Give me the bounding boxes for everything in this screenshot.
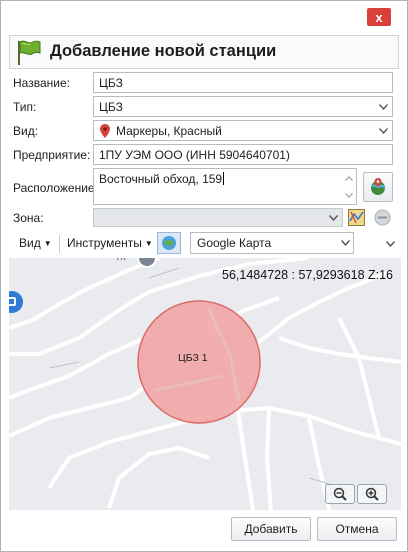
cancel-button-label: Отмена xyxy=(335,522,379,536)
text-caret xyxy=(223,172,225,185)
name-label: Название: xyxy=(13,76,70,90)
add-button-label: Добавить xyxy=(244,522,298,536)
dialog-header: Добавление новой станции xyxy=(9,35,399,69)
zoom-in-button[interactable] xyxy=(357,484,387,504)
kind-label: Вид: xyxy=(13,124,39,138)
company-field[interactable]: 1ПУ УЭМ ООО (ИНН 5904640701) xyxy=(93,144,393,165)
zoom-in-icon xyxy=(365,487,379,501)
remove-zone-button[interactable] xyxy=(373,208,392,227)
type-label: Тип: xyxy=(13,100,37,114)
map-provider-value: Google Карта xyxy=(197,236,272,250)
coordinates-readout: 56,1484728 : 57,9293618 Z:16 xyxy=(222,268,393,282)
name-value: ЦБЗ xyxy=(99,76,123,90)
zone-label: Зона: xyxy=(13,211,44,225)
kind-value: Маркеры, Красный xyxy=(116,124,222,138)
dialog-window: x Добавление новой станции Название: ЦБЗ… xyxy=(0,0,408,552)
svg-text:ТК: ТК xyxy=(115,258,126,262)
green-flag-icon xyxy=(18,40,41,65)
dialog-title: Добавление новой станции xyxy=(50,42,277,60)
location-label: Расположение: xyxy=(13,181,98,195)
map-zone-icon xyxy=(348,209,365,226)
caret-down-icon: ▼ xyxy=(144,239,153,248)
toolbar-separator xyxy=(59,235,60,253)
close-icon: x xyxy=(375,9,383,25)
geocode-button[interactable] xyxy=(363,172,393,202)
map-toolbar: Вид ▼ Инструменты ▼ Google Карта xyxy=(9,231,401,257)
caret-down-icon: ▼ xyxy=(43,239,52,248)
view-menu-label: Вид xyxy=(19,236,41,250)
company-value: 1ПУ УЭМ ООО (ИНН 5904640701) xyxy=(99,148,290,162)
name-field[interactable]: ЦБЗ xyxy=(93,72,393,93)
minus-circle-icon xyxy=(374,209,391,226)
toolbar-overflow-chevron-icon[interactable] xyxy=(385,236,396,250)
cancel-button[interactable]: Отмена xyxy=(317,517,397,541)
chevron-down-icon[interactable] xyxy=(376,121,391,140)
map-view[interactable]: ТК 56,1484728 : 57,9293618 Z:16 ЦБЗ 1 xyxy=(9,258,401,510)
map-provider-select[interactable]: Google Карта xyxy=(190,232,354,254)
globe-icon xyxy=(162,236,176,250)
chevron-down-icon[interactable] xyxy=(337,233,353,253)
edit-zone-button[interactable] xyxy=(347,208,366,227)
company-label: Предприятие: xyxy=(13,148,91,162)
map-globe-button[interactable] xyxy=(157,232,181,254)
zoom-out-button[interactable] xyxy=(325,484,355,504)
type-value: ЦБЗ xyxy=(99,100,123,114)
title-bar: x xyxy=(1,1,407,31)
map-marker-icon xyxy=(100,124,110,138)
view-menu[interactable]: Вид ▼ xyxy=(19,236,52,250)
close-button[interactable]: x xyxy=(367,8,391,26)
zone-select[interactable] xyxy=(93,208,343,227)
add-button[interactable]: Добавить xyxy=(231,517,311,541)
scroll-up-icon[interactable] xyxy=(342,170,355,186)
zoom-out-icon xyxy=(333,487,347,501)
tools-menu-label: Инструменты xyxy=(67,236,142,250)
scroll-down-icon[interactable] xyxy=(342,187,355,203)
type-select[interactable]: ЦБЗ xyxy=(93,96,393,117)
kind-select[interactable]: Маркеры, Красный xyxy=(93,120,393,141)
chevron-down-icon[interactable] xyxy=(326,208,341,227)
location-textarea[interactable]: Восточный обход, 159 xyxy=(93,168,357,205)
tools-menu[interactable]: Инструменты ▼ xyxy=(67,236,153,250)
chevron-down-icon[interactable] xyxy=(376,97,391,116)
station-label: ЦБЗ 1 xyxy=(178,352,208,364)
globe-pin-icon xyxy=(371,178,386,195)
zoom-controls xyxy=(325,484,387,504)
location-value: Восточный обход, 159 xyxy=(99,172,223,186)
